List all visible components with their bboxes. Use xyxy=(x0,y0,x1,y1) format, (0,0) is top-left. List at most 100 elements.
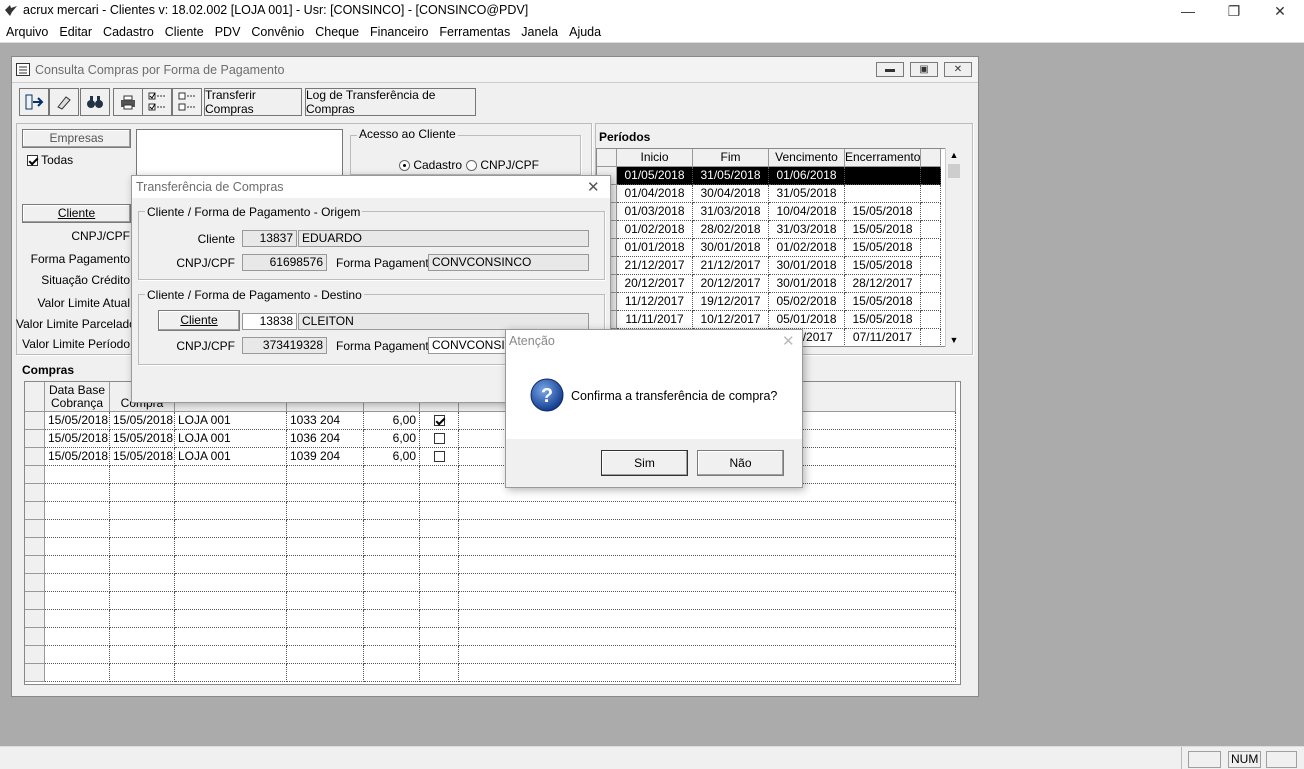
periodos-cell[interactable]: 15/05/2018 xyxy=(845,221,921,239)
periodos-cell[interactable]: 30/01/2018 xyxy=(769,257,845,275)
radio-cnpj[interactable]: CNPJ/CPF xyxy=(466,158,539,172)
compras-row-indicator[interactable] xyxy=(25,556,45,574)
compras-cell[interactable]: 15/05/2018 xyxy=(45,448,110,466)
origem-cliente-codigo[interactable]: 13837 xyxy=(242,230,297,247)
compras-empty-cell[interactable] xyxy=(110,628,175,646)
scroll-thumb[interactable] xyxy=(948,164,960,178)
compras-empty-cell[interactable] xyxy=(420,466,459,484)
periodos-cell[interactable] xyxy=(845,167,921,185)
compras-empty-cell[interactable] xyxy=(175,556,287,574)
compras-row-indicator[interactable] xyxy=(25,592,45,610)
compras-row-indicator[interactable] xyxy=(25,502,45,520)
destino-cliente-codigo[interactable]: 13838 xyxy=(242,313,297,330)
compras-cell[interactable]: 1033 204 xyxy=(287,412,364,430)
periodos-cell[interactable]: 28/12/2017 xyxy=(845,275,921,293)
compras-cell[interactable]: 15/05/2018 xyxy=(45,430,110,448)
periodos-cell[interactable]: 11/11/2017 xyxy=(617,311,693,329)
periodos-cell[interactable]: 05/02/2018 xyxy=(769,293,845,311)
periodos-cell[interactable]: 31/05/2018 xyxy=(693,167,769,185)
compras-cell[interactable]: 15/05/2018 xyxy=(110,412,175,430)
destino-cliente-nome[interactable]: CLEITON xyxy=(298,313,589,330)
periodos-cell[interactable]: 11/12/2017 xyxy=(617,293,693,311)
periodos-cell[interactable]: 15/05/2018 xyxy=(845,257,921,275)
periodos-grid[interactable]: Inicio Fim Vencimento Encerramento 01/05/201… xyxy=(596,148,962,347)
compras-empty-cell[interactable] xyxy=(459,538,956,556)
periodos-cell[interactable]: 21/12/2017 xyxy=(693,257,769,275)
compras-empty-cell[interactable] xyxy=(110,538,175,556)
compras-empty-cell[interactable] xyxy=(45,646,110,664)
compras-row-indicator[interactable] xyxy=(25,412,45,430)
compras-empty-cell[interactable] xyxy=(364,502,420,520)
compras-empty-cell[interactable] xyxy=(420,610,459,628)
periodos-cell[interactable]: 01/01/2018 xyxy=(617,239,693,257)
compras-empty-cell[interactable] xyxy=(45,520,110,538)
menu-arquivo[interactable]: Arquivo xyxy=(0,23,53,39)
compras-empty-cell[interactable] xyxy=(45,538,110,556)
compras-empty-cell[interactable] xyxy=(420,520,459,538)
compras-cell[interactable] xyxy=(420,430,459,448)
compras-row-indicator[interactable] xyxy=(25,538,45,556)
inner-close-button[interactable]: ✕ xyxy=(944,62,972,77)
compras-cell[interactable]: 15/05/2018 xyxy=(110,430,175,448)
menu-pdv[interactable]: PDV xyxy=(209,23,246,39)
compras-empty-cell[interactable] xyxy=(45,484,110,502)
compras-grid[interactable]: Data BaseCobrançaDCompraFiscal15/05/2018… xyxy=(24,381,961,685)
menu-ajuda[interactable]: Ajuda xyxy=(563,23,606,39)
cliente-button[interactable]: Cliente xyxy=(22,204,131,223)
periodos-cell[interactable]: 30/01/2018 xyxy=(693,239,769,257)
periodos-cell[interactable]: 07/11/2017 xyxy=(845,329,921,346)
compras-empty-cell[interactable] xyxy=(287,610,364,628)
compras-cell[interactable]: 1039 204 xyxy=(287,448,364,466)
compras-empty-cell[interactable] xyxy=(459,502,956,520)
compras-empty-cell[interactable] xyxy=(287,466,364,484)
periodos-cell[interactable]: 10/12/2017 xyxy=(693,311,769,329)
periodos-cell[interactable]: 15/05/2018 xyxy=(845,293,921,311)
compras-empty-cell[interactable] xyxy=(287,592,364,610)
compras-cell[interactable]: 15/05/2018 xyxy=(45,412,110,430)
periodos-cell[interactable]: 15/05/2018 xyxy=(845,203,921,221)
periodos-cell[interactable]: 20/12/2017 xyxy=(617,275,693,293)
periodos-cell[interactable]: 31/03/2018 xyxy=(693,203,769,221)
periodos-cell[interactable]: 01/04/2018 xyxy=(617,185,693,203)
compras-row-indicator[interactable] xyxy=(25,466,45,484)
compras-empty-cell[interactable] xyxy=(110,664,175,682)
compras-empty-cell[interactable] xyxy=(110,484,175,502)
compras-empty-cell[interactable] xyxy=(45,466,110,484)
compras-cell[interactable]: 6,00 xyxy=(364,448,420,466)
compras-empty-cell[interactable] xyxy=(175,538,287,556)
compras-empty-cell[interactable] xyxy=(420,574,459,592)
origem-cnpj[interactable]: 61698576 xyxy=(242,254,327,271)
compras-row-indicator[interactable] xyxy=(25,484,45,502)
restore-button[interactable]: ❐ xyxy=(1211,0,1257,23)
periodos-cell[interactable]: 15/05/2018 xyxy=(845,311,921,329)
compras-empty-cell[interactable] xyxy=(364,556,420,574)
compras-empty-cell[interactable] xyxy=(287,520,364,538)
compras-empty-cell[interactable] xyxy=(459,556,956,574)
compras-empty-cell[interactable] xyxy=(364,538,420,556)
periodos-cell[interactable]: 28/02/2018 xyxy=(693,221,769,239)
compras-empty-cell[interactable] xyxy=(420,556,459,574)
compras-empty-cell[interactable] xyxy=(287,538,364,556)
compras-empty-cell[interactable] xyxy=(287,574,364,592)
scroll-up-icon[interactable]: ▲ xyxy=(946,148,962,162)
compras-cell[interactable]: 6,00 xyxy=(364,430,420,448)
compras-empty-cell[interactable] xyxy=(420,592,459,610)
compras-empty-cell[interactable] xyxy=(175,628,287,646)
close-button[interactable]: ✕ xyxy=(1257,0,1303,23)
compras-empty-cell[interactable] xyxy=(175,592,287,610)
compras-select-checkbox[interactable] xyxy=(433,451,445,463)
compras-empty-cell[interactable] xyxy=(45,664,110,682)
search-button[interactable] xyxy=(80,88,110,116)
compras-empty-cell[interactable] xyxy=(364,610,420,628)
compras-cell[interactable]: LOJA 001 xyxy=(175,412,287,430)
compras-row-indicator[interactable] xyxy=(25,610,45,628)
periodos-cell[interactable] xyxy=(845,185,921,203)
compras-empty-cell[interactable] xyxy=(175,484,287,502)
menu-convenio[interactable]: Convênio xyxy=(245,23,309,39)
print-button[interactable] xyxy=(113,88,143,116)
compras-empty-cell[interactable] xyxy=(364,466,420,484)
confirm-no-button[interactable]: Não xyxy=(697,450,784,476)
empresas-list[interactable] xyxy=(136,129,343,179)
todas-checkbox[interactable]: Todas xyxy=(27,153,73,167)
transfer-close-icon[interactable]: ✕ xyxy=(587,178,600,196)
